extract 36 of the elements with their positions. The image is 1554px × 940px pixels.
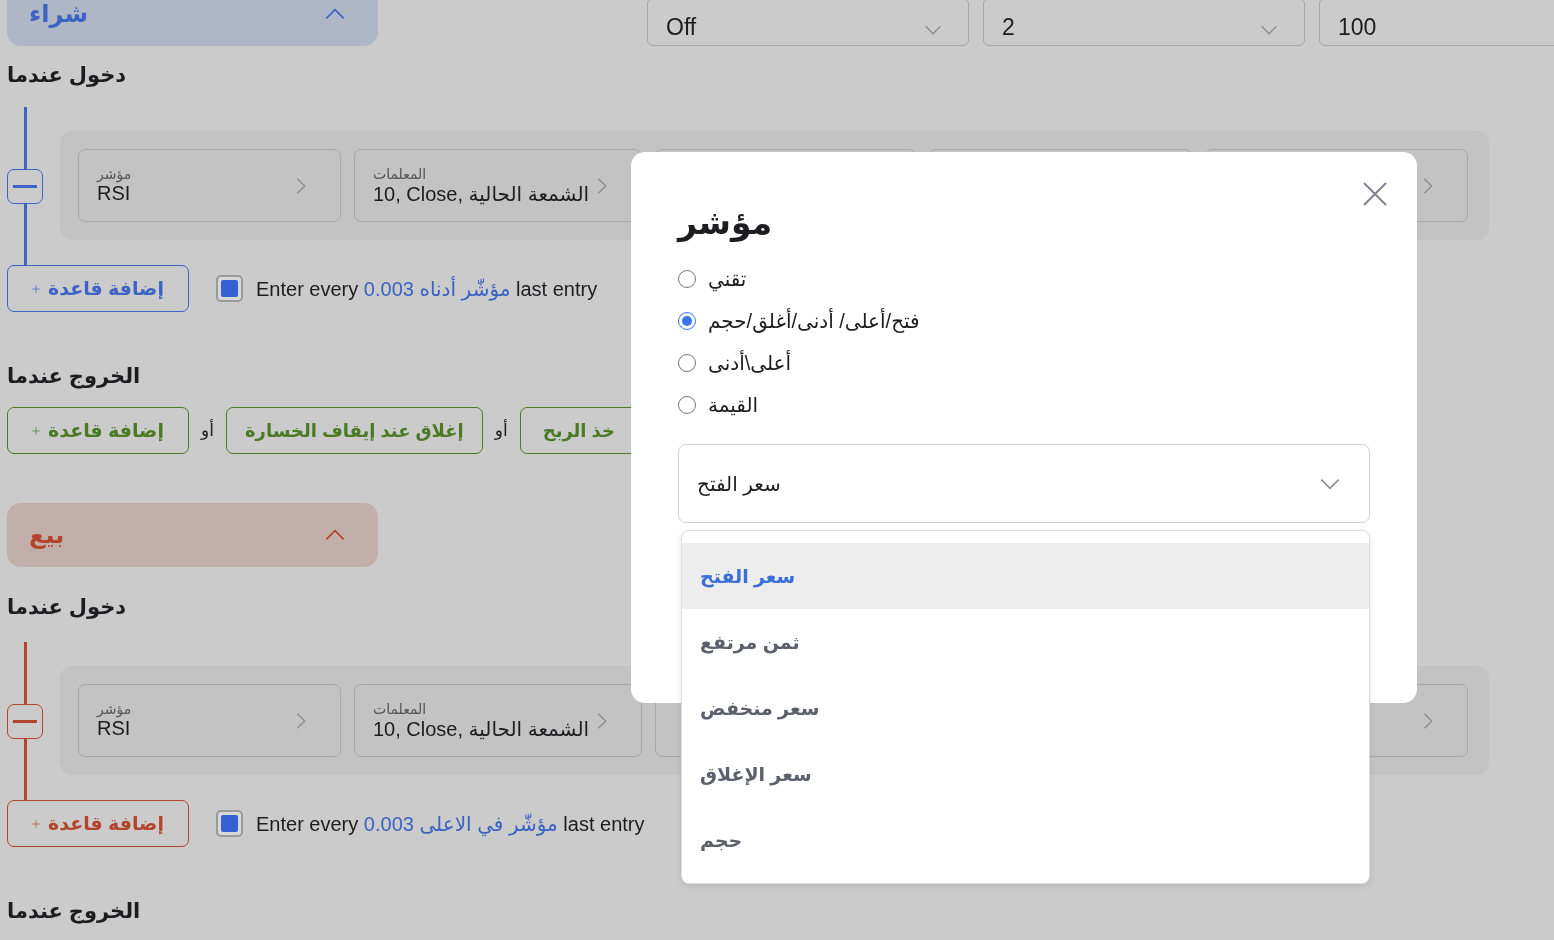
or-label: أو xyxy=(494,420,508,441)
dialog-title: مؤشر xyxy=(678,203,774,245)
repeat-checkbox[interactable] xyxy=(216,810,243,837)
remove-rule-button[interactable] xyxy=(7,704,43,739)
close-button[interactable] xyxy=(1361,180,1389,208)
dropdown-item[interactable]: ثمن مرتفع xyxy=(682,609,1369,675)
remove-rule-button[interactable] xyxy=(7,169,43,204)
section-heading: دخول عندما xyxy=(7,594,127,621)
repeat-checkbox[interactable] xyxy=(216,275,243,302)
radio-option[interactable]: القيمة xyxy=(678,384,1370,426)
card-value: 10, Close, الشمعة الحالية xyxy=(373,716,590,741)
dropdown-item[interactable]: سعر الإغلاق xyxy=(682,741,1369,807)
select-field[interactable]: سعر الفتح xyxy=(678,444,1370,523)
section-heading: الخروج عندما xyxy=(7,363,141,391)
section-title: شراء xyxy=(29,0,89,28)
minus-icon xyxy=(13,184,37,189)
or-label: أو xyxy=(201,420,214,441)
card-label: مؤشر xyxy=(97,166,132,182)
card-label: المعلمات xyxy=(373,700,428,717)
radio-option[interactable]: تقني xyxy=(678,258,1370,300)
radio-option[interactable]: أعلى\أدنى xyxy=(678,342,1370,384)
section-heading: الخروج عندما xyxy=(7,898,141,926)
section-title: بيع xyxy=(29,521,65,549)
dropdown-item[interactable]: سعر منخفض xyxy=(682,675,1369,741)
card-value: RSI xyxy=(97,182,132,205)
dropdown-item[interactable]: حجم xyxy=(682,807,1369,873)
minus-icon xyxy=(13,719,37,724)
section-heading: دخول عندما xyxy=(7,62,127,89)
card-label: المعلمات xyxy=(373,165,428,182)
card-value: RSI xyxy=(97,717,132,740)
close-icon xyxy=(1361,180,1389,208)
card-value: 10, Close, الشمعة الحالية xyxy=(373,181,590,206)
dropdown-item[interactable]: سعر الفتح xyxy=(682,543,1369,609)
condition-card[interactable]: المعلمات 10, Close, الشمعة الحالية xyxy=(354,684,642,757)
radio-option[interactable]: فتح/أعلى/ أدنى/أغلق/حجم xyxy=(678,300,1370,342)
card-label: مؤشر xyxy=(97,701,132,717)
